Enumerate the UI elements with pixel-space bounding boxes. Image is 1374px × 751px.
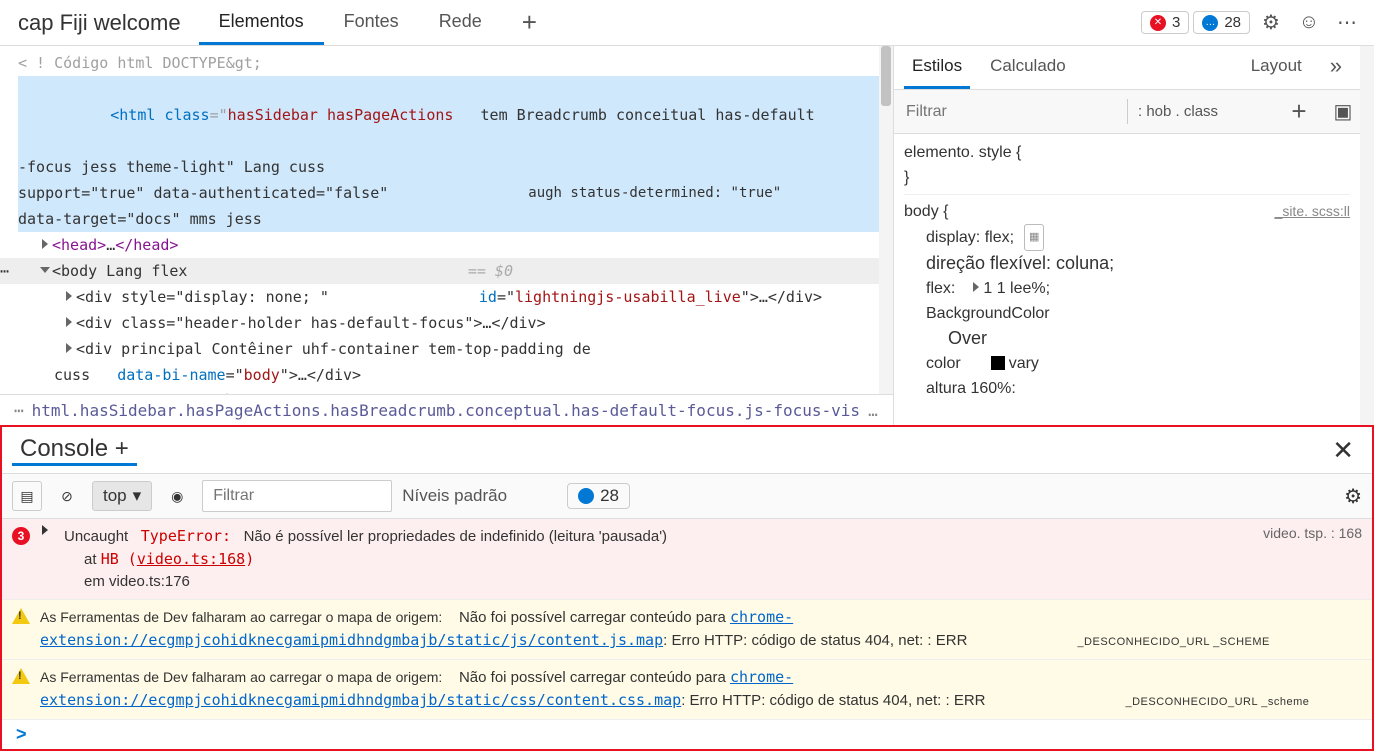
dom-html-cont1[interactable]: -focus jess theme-light" Lang cuss <box>18 154 893 180</box>
dom-html-cont3[interactable]: data-target="docs" mms jess <box>18 206 893 232</box>
console-prompt[interactable]: > <box>2 720 1372 749</box>
more-tabs-icon[interactable]: » <box>1322 43 1350 92</box>
tab-elements[interactable]: Elementos <box>199 0 324 45</box>
context-selector[interactable]: top▾ <box>92 481 152 511</box>
console-source[interactable]: video. tsp. : 168 <box>1243 525 1362 541</box>
console-warning-row[interactable]: As Ferramentas de Dev falharam ao carreg… <box>2 600 1372 660</box>
tab-network[interactable]: Rede <box>419 0 502 45</box>
expand-icon[interactable] <box>42 525 48 535</box>
toolbar-right: 3 28 ⚙ ☺ ⋯ <box>1141 6 1374 40</box>
source-link[interactable]: video.ts:168 <box>137 550 245 568</box>
errors-badge[interactable]: 3 <box>1141 11 1189 34</box>
breadcrumb-more-left[interactable]: ⋯ <box>14 401 24 420</box>
settings-icon[interactable]: ⚙ <box>1254 6 1288 40</box>
dom-tree[interactable]: < ! Código html DOCTYPE&gt; <html class=… <box>0 46 893 394</box>
styles-toolbar: : hob . class + ▣ <box>894 90 1360 134</box>
message-icon <box>578 488 594 504</box>
selected-node-indicator: == $0 <box>468 258 893 284</box>
console-drawer: Console + ✕ ▤ ⊘ top▾ ◉ Níveis padrão 28 … <box>0 425 1374 751</box>
close-icon[interactable]: ✕ <box>1324 435 1362 466</box>
console-message: As Ferramentas de Dev falharam ao carreg… <box>40 606 1362 653</box>
collapse-icon[interactable] <box>40 267 50 273</box>
expand-icon[interactable] <box>66 291 72 301</box>
dom-head[interactable]: <head>…</head> <box>18 232 893 258</box>
console-tab[interactable]: Console + <box>12 435 137 466</box>
expand-icon[interactable] <box>66 317 72 327</box>
feedback-icon[interactable]: ☺ <box>1292 6 1326 40</box>
console-warning-row[interactable]: As Ferramentas de Dev falharam ao carreg… <box>2 660 1372 720</box>
error-count-icon: 3 <box>12 527 30 545</box>
ellipsis-icon[interactable]: ⋯ <box>0 258 9 284</box>
dom-tree-pane: < ! Código html DOCTYPE&gt; <html class=… <box>0 46 894 425</box>
dom-breadcrumb[interactable]: ⋯ html.hasSidebar.hasPageActions.hasBrea… <box>0 394 893 425</box>
rule-element-style[interactable]: elemento. style { } <box>904 140 1350 190</box>
console-error-row[interactable]: 3 Uncaught TypeError: Não é possível ler… <box>2 519 1372 600</box>
console-settings-icon[interactable]: ⚙ <box>1344 484 1362 509</box>
error-icon <box>1150 15 1166 31</box>
flex-badge-icon[interactable]: ▦ <box>1024 224 1044 251</box>
add-tab-button[interactable]: + <box>502 0 557 45</box>
new-style-rule-icon[interactable]: + <box>1282 95 1316 129</box>
message-icon <box>1202 15 1218 31</box>
expand-icon[interactable] <box>66 343 72 353</box>
chevron-down-icon: ▾ <box>133 486 142 506</box>
dom-body[interactable]: ⋯ <body Lang flex == $0 <box>0 258 893 284</box>
console-message: Uncaught TypeError: Não é possível ler p… <box>64 525 1233 593</box>
scrollbar-vertical[interactable] <box>879 46 893 394</box>
styles-rules[interactable]: elemento. style { } body {_site. scss:ll… <box>894 134 1360 425</box>
top-bar: cap Fiji welcome Elementos Fontes Rede +… <box>0 0 1374 46</box>
tab-styles[interactable]: Estilos <box>904 46 970 89</box>
rule-body[interactable]: body {_site. scss:ll display: flex;▦ dir… <box>904 194 1350 401</box>
console-messages: 3 Uncaught TypeError: Não é possível ler… <box>2 519 1372 749</box>
issues-badge[interactable]: 28 <box>567 483 630 509</box>
dom-div-header[interactable]: <div class="header-holder has-default-fo… <box>18 310 893 336</box>
messages-badge[interactable]: 28 <box>1193 11 1250 34</box>
page-title: cap Fiji welcome <box>0 10 199 36</box>
toggle-sidebar-icon[interactable]: ▤ <box>12 481 42 511</box>
tab-computed[interactable]: Calculado <box>982 46 1074 89</box>
console-filter-input[interactable] <box>202 480 392 512</box>
expand-icon[interactable] <box>973 282 979 292</box>
dom-comment[interactable]: <!-- fim do contêiner principal --> <box>18 388 893 394</box>
styles-pane: Estilos Calculado Layout » : hob . class… <box>894 46 1374 425</box>
warning-icon <box>12 608 30 624</box>
dom-html-cont2[interactable]: support="true" data-authenticated="false… <box>18 180 893 206</box>
dom-div-main-cont[interactable]: cuss data-bi-name="body">…</div> <box>18 362 893 388</box>
elements-panel: < ! Código html DOCTYPE&gt; <html class=… <box>0 46 1374 425</box>
styles-filter-input[interactable] <box>902 99 1117 125</box>
console-toolbar: ▤ ⊘ top▾ ◉ Níveis padrão 28 ⚙ <box>2 473 1372 519</box>
warning-icon <box>12 668 30 684</box>
tab-layout[interactable]: Layout <box>1243 46 1310 89</box>
breadcrumb-path[interactable]: html.hasSidebar.hasPageActions.hasBreadc… <box>32 401 860 420</box>
dom-div-lightning[interactable]: <div style="display: none; "id="lightnin… <box>18 284 893 310</box>
more-icon[interactable]: ⋯ <box>1330 6 1364 40</box>
dom-div-main[interactable]: <div principal Contêiner uhf-container t… <box>18 336 893 362</box>
expand-icon[interactable] <box>42 239 48 249</box>
hov-cls-toggle[interactable]: : hob . class <box>1138 103 1218 120</box>
main-tabs: Elementos Fontes Rede + <box>199 0 557 45</box>
rule-source-link[interactable]: _site. scss:ll <box>1275 199 1350 224</box>
styles-tabs: Estilos Calculado Layout » <box>894 46 1360 90</box>
computed-panel-toggle-icon[interactable]: ▣ <box>1326 95 1360 129</box>
dom-html-open[interactable]: <html class="hasSidebar hasPageActions t… <box>18 76 893 154</box>
tab-sources[interactable]: Fontes <box>324 0 419 45</box>
dom-doctype[interactable]: < ! Código html DOCTYPE&gt; <box>18 50 893 76</box>
color-swatch[interactable] <box>991 356 1005 370</box>
console-message: As Ferramentas de Dev falharam ao carreg… <box>40 666 1362 713</box>
clear-console-icon[interactable]: ⊘ <box>52 481 82 511</box>
breadcrumb-more-right: … <box>868 401 878 420</box>
log-levels-selector[interactable]: Níveis padrão <box>402 486 507 506</box>
console-header: Console + ✕ <box>2 427 1372 473</box>
live-expression-icon[interactable]: ◉ <box>162 481 192 511</box>
